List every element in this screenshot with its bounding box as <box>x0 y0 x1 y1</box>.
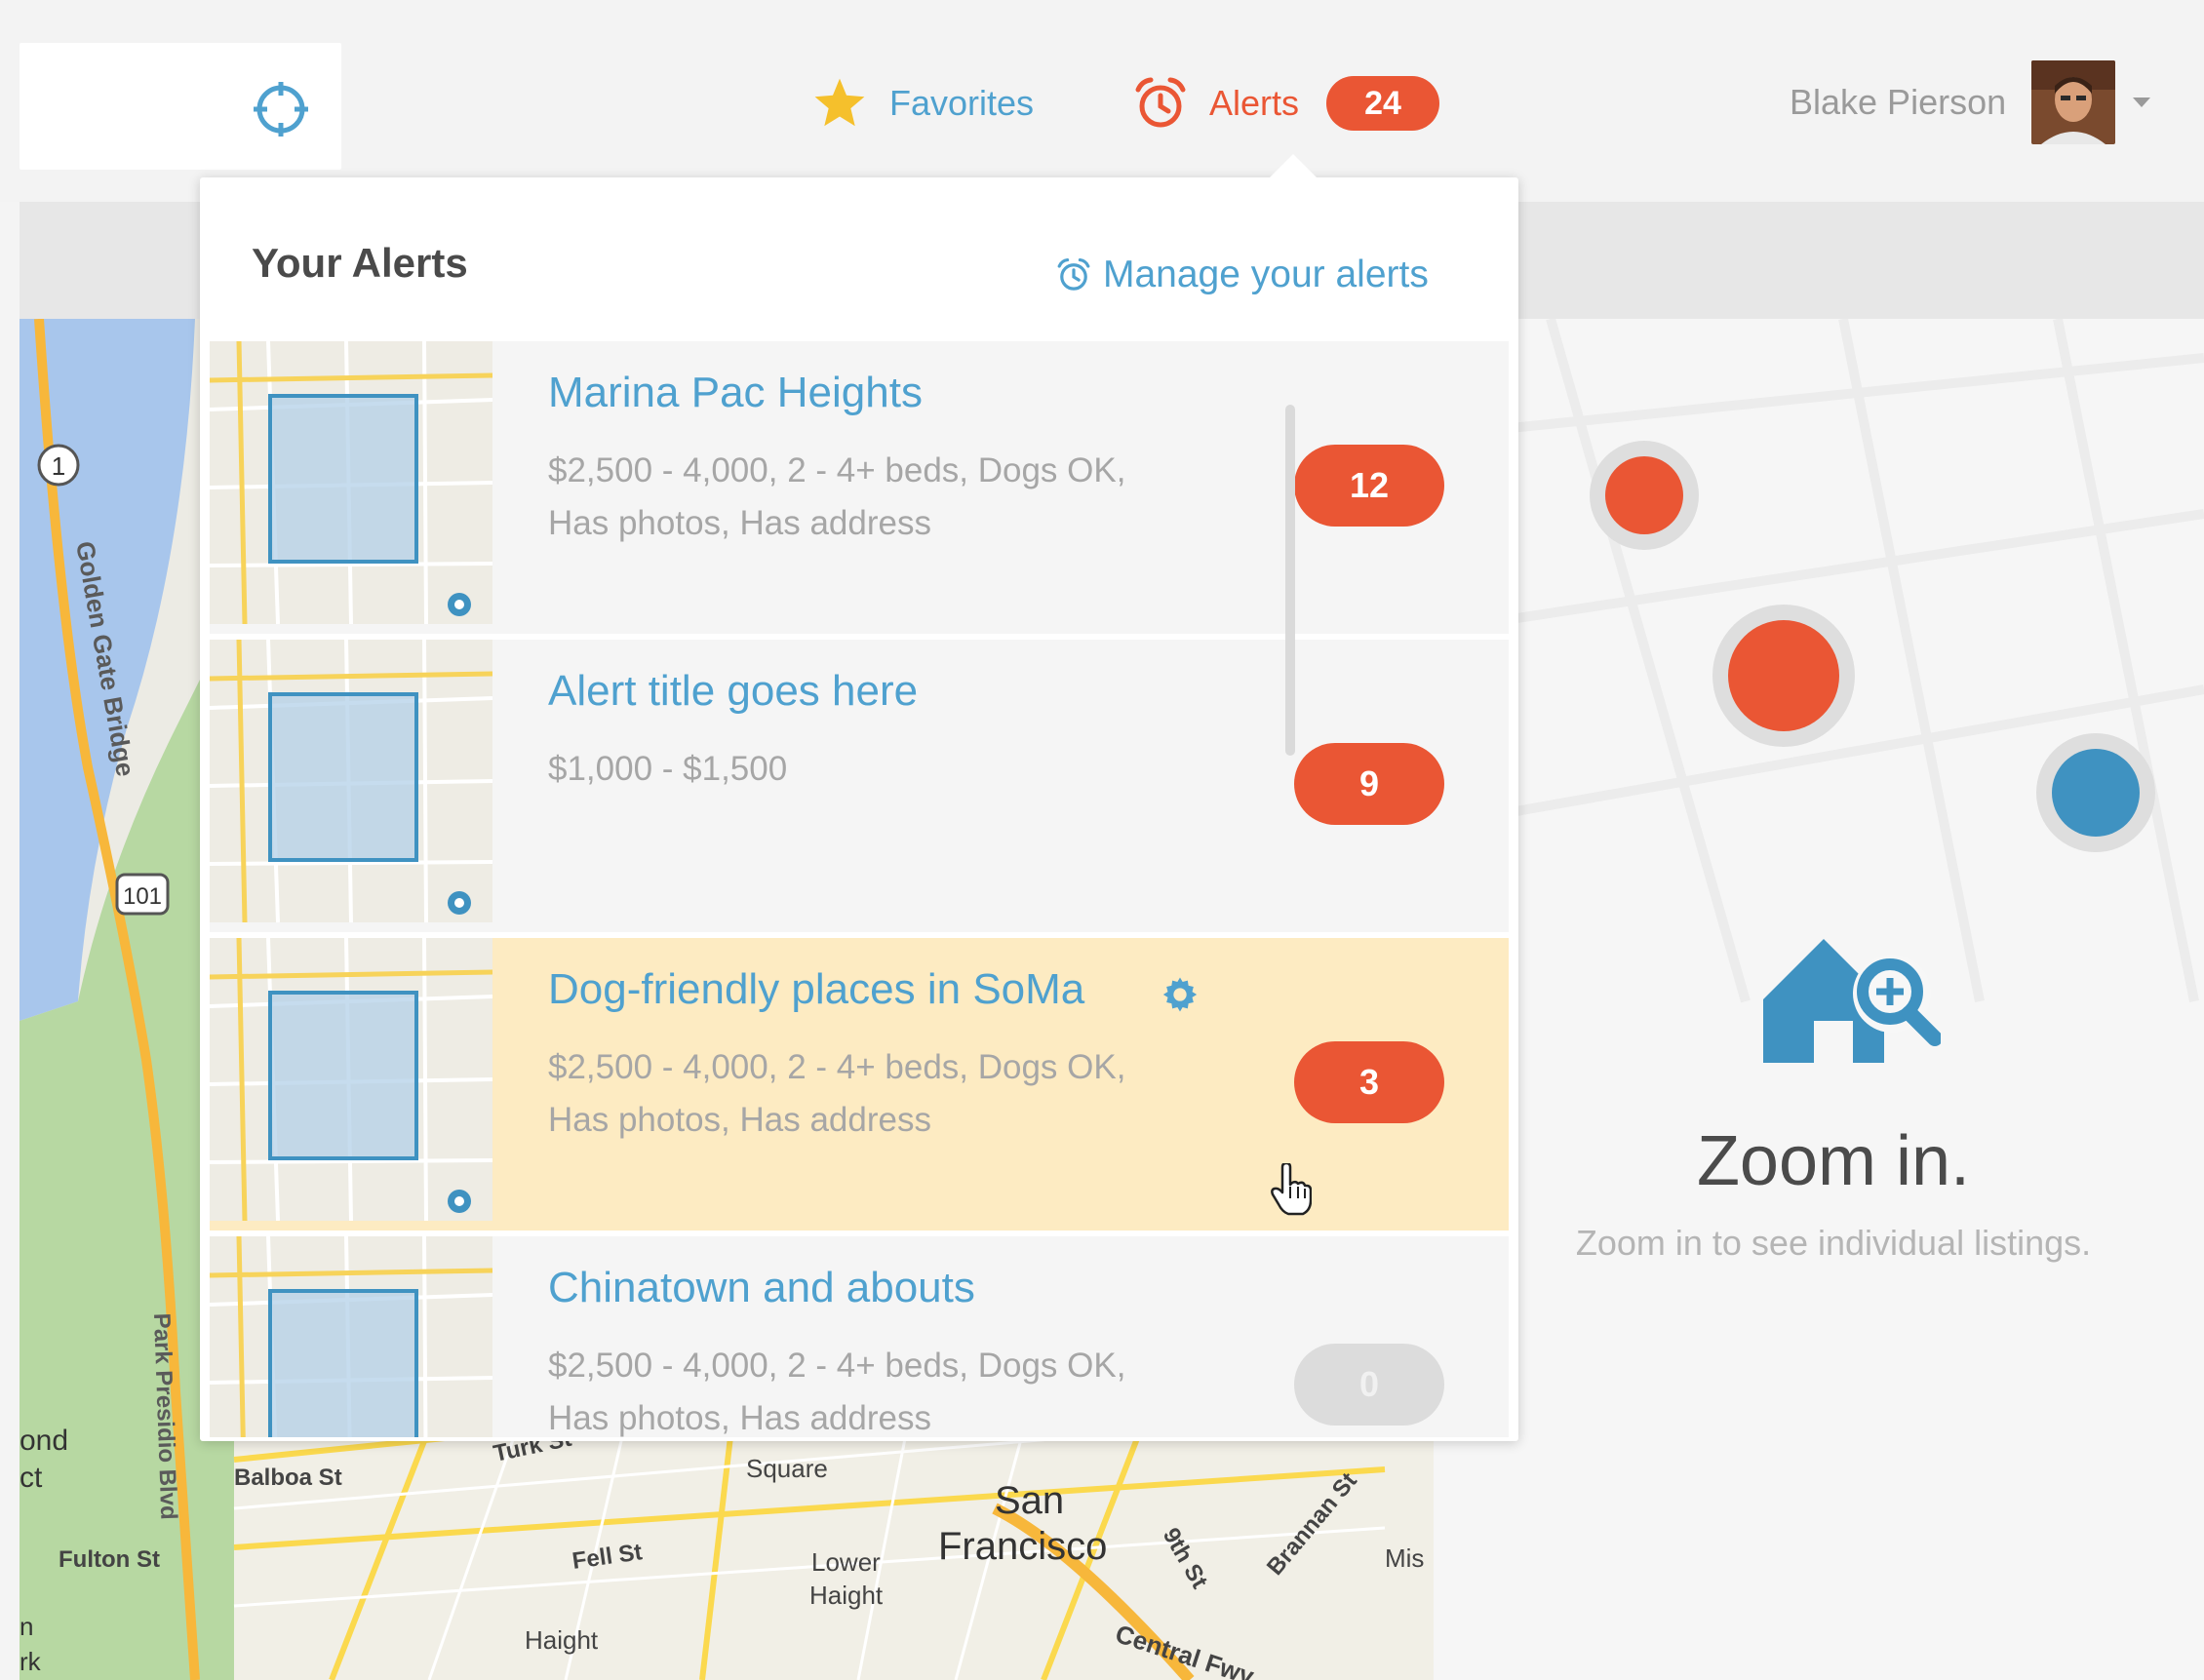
alert-criteria: $1,000 - $1,500 <box>548 743 1182 796</box>
alerts-dropdown: Your Alerts Manage your alerts Marina Pa… <box>200 177 1518 1441</box>
empty-state-title: Zoom in. <box>1696 1122 1971 1200</box>
house-magnifier-icon <box>1763 939 1941 1063</box>
hand-cursor-icon <box>1271 1163 1312 1216</box>
alarm-clock-icon <box>1057 257 1090 291</box>
alert-map-thumbnail <box>210 640 492 922</box>
alert-title[interactable]: Chinatown and abouts <box>548 1264 975 1312</box>
alert-title[interactable]: Marina Pac Heights <box>548 369 923 417</box>
alert-new-count-badge[interactable]: 3 <box>1294 1041 1444 1123</box>
favorites-link[interactable]: Favorites <box>811 74 1034 133</box>
alert-new-count-badge[interactable]: 9 <box>1294 743 1444 825</box>
manage-alerts-label: Manage your alerts <box>1103 254 1429 295</box>
alert-title[interactable]: Dog-friendly places in SoMa <box>548 965 1084 1014</box>
alert-criteria-line: $2,500 - 4,000, 2 - 4+ beds, Dogs OK, <box>548 1048 1126 1086</box>
alert-criteria: $2,500 - 4,000, 2 - 4+ beds, Dogs OK, Ha… <box>548 1041 1182 1147</box>
alert-criteria-line: Has photos, Has address <box>548 1101 931 1139</box>
alert-criteria-line: Has photos, Has address <box>548 504 931 542</box>
alerts-count-badge: 24 <box>1326 76 1440 131</box>
alerts-link[interactable]: Alerts 24 <box>1133 74 1440 133</box>
star-icon <box>814 78 865 127</box>
map-label-lower: Lower <box>811 1547 881 1577</box>
alert-title[interactable]: Alert title goes here <box>548 667 918 716</box>
alert-list[interactable]: Marina Pac Heights $2,500 - 4,000, 2 - 4… <box>210 341 1509 1437</box>
alarm-clock-icon <box>1135 77 1186 128</box>
listing-cluster-marker[interactable] <box>1605 456 1683 534</box>
alert-item[interactable]: Dog-friendly places in SoMa $2,500 - 4,0… <box>210 938 1509 1231</box>
alert-criteria-line: $2,500 - 4,000, 2 - 4+ beds, Dogs OK, <box>548 451 1126 489</box>
crosshair-icon[interactable] <box>252 80 310 138</box>
route-1-marker: 1 <box>52 451 65 481</box>
top-bar: Favorites Alerts 24 Blake Pierson <box>0 0 2204 202</box>
alert-criteria: $2,500 - 4,000, 2 - 4+ beds, Dogs OK, Ha… <box>548 1340 1182 1437</box>
map-label-mis: Mis <box>1385 1543 1424 1573</box>
alert-item[interactable]: Alert title goes here $1,000 - $1,500 9 <box>210 640 1509 932</box>
empty-state-subtitle: Zoom in to see individual listings. <box>1575 1223 2092 1263</box>
chevron-down-icon <box>2133 98 2151 107</box>
manage-alerts-link[interactable]: Manage your alerts <box>1056 254 1429 296</box>
alert-new-count-badge[interactable]: 0 <box>1294 1344 1444 1426</box>
dropdown-arrow <box>1268 154 1318 179</box>
route-101-marker: 101 <box>123 883 162 910</box>
alert-criteria: $2,500 - 4,000, 2 - 4+ beds, Dogs OK, Ha… <box>548 445 1182 550</box>
alert-criteria-line: Has photos, Has address <box>548 1399 931 1437</box>
gear-icon[interactable] <box>1161 975 1200 1014</box>
alert-item[interactable]: Marina Pac Heights $2,500 - 4,000, 2 - 4… <box>210 341 1509 634</box>
favorites-label: Favorites <box>889 83 1035 123</box>
map-label-francisco: Francisco <box>938 1525 1107 1568</box>
listing-cluster-marker[interactable] <box>2052 749 2140 837</box>
map-label-rk: rk <box>20 1647 42 1676</box>
map-label-ond: ond <box>20 1425 68 1457</box>
alert-criteria-line: $1,000 - $1,500 <box>548 750 788 788</box>
map-label-balboa: Balboa St <box>234 1465 342 1491</box>
dropdown-title: Your Alerts <box>252 240 468 286</box>
alerts-label: Alerts <box>1209 83 1300 123</box>
map-label-san: San <box>995 1479 1064 1522</box>
map-label-square: Square <box>746 1454 828 1483</box>
map-label-ct: ct <box>20 1462 43 1494</box>
avatar <box>2031 60 2116 144</box>
listing-cluster-marker[interactable] <box>1728 620 1839 731</box>
alert-criteria-line: $2,500 - 4,000, 2 - 4+ beds, Dogs OK, <box>548 1347 1126 1385</box>
alert-new-count-badge[interactable]: 12 <box>1294 445 1444 527</box>
map-label-lower-haight: Haight <box>809 1581 884 1610</box>
alert-map-thumbnail <box>210 938 492 1221</box>
user-name: Blake Pierson <box>1790 82 2007 122</box>
user-menu[interactable]: Blake Pierson <box>1790 59 2151 146</box>
map-label-n: n <box>20 1612 33 1641</box>
map-label-haight: Haight <box>525 1625 599 1655</box>
alert-list-scrollbar[interactable] <box>1285 405 1295 756</box>
alert-map-thumbnail <box>210 341 492 624</box>
alert-item[interactable]: Chinatown and abouts $2,500 - 4,000, 2 -… <box>210 1236 1509 1437</box>
map-label-fulton: Fulton St <box>59 1546 160 1573</box>
alert-map-thumbnail <box>210 1236 492 1437</box>
